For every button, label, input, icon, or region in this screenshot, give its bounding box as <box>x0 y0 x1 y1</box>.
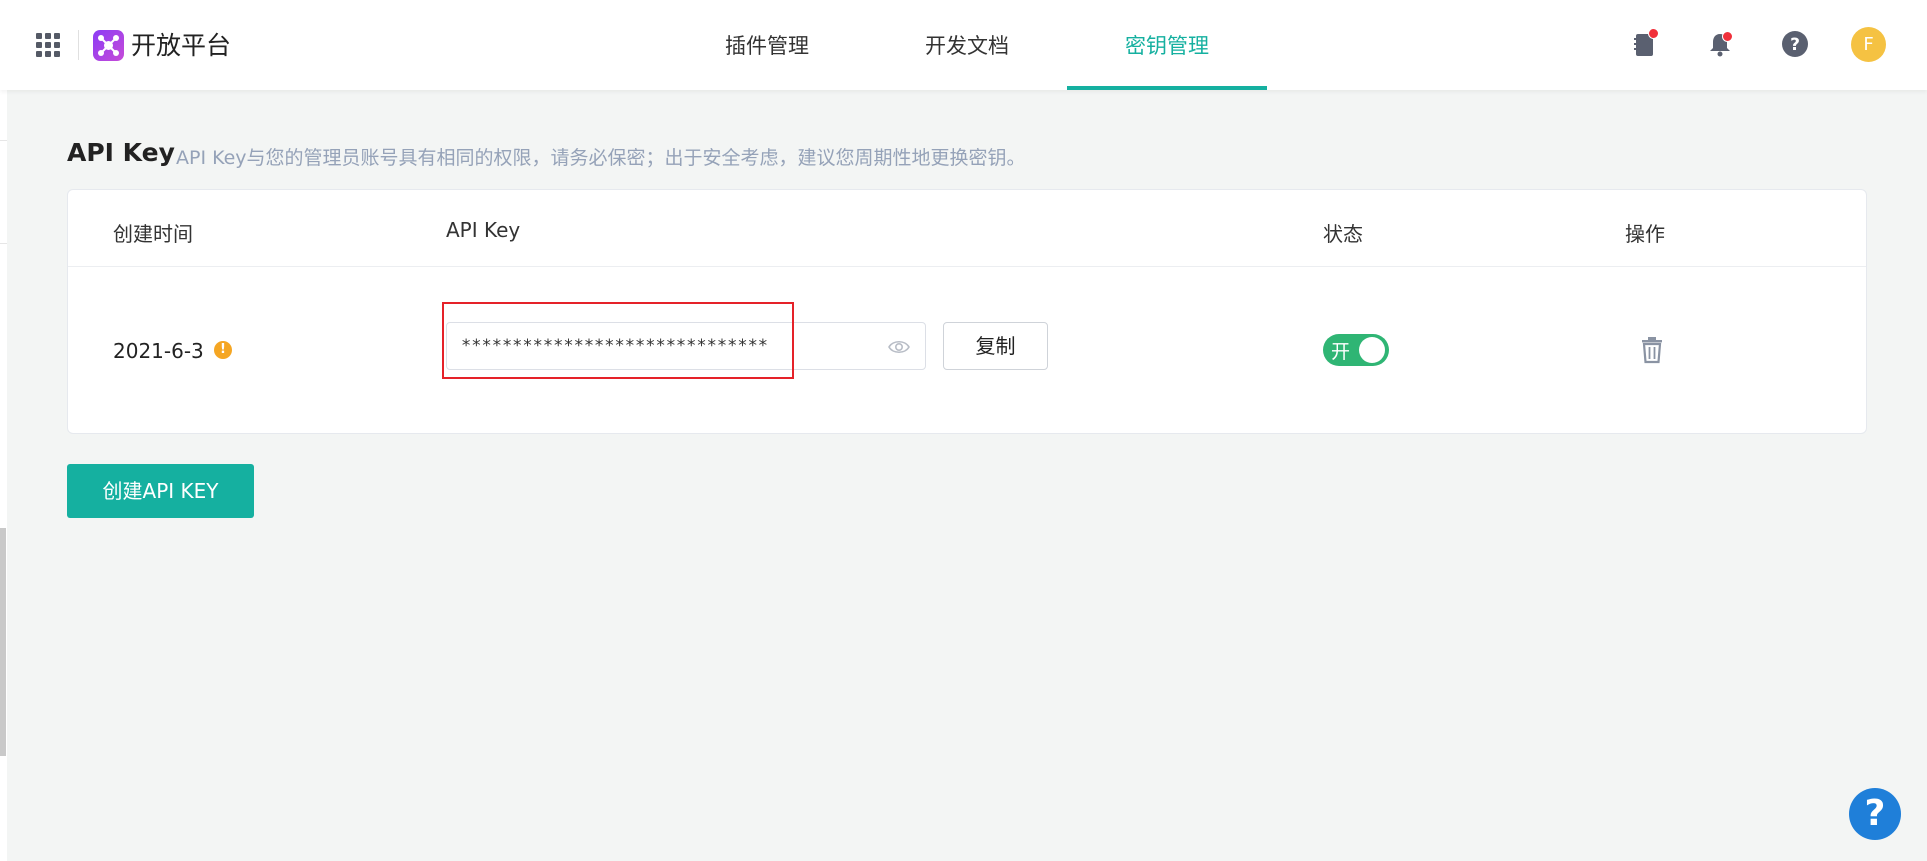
brand-name[interactable]: 开放平台 <box>131 30 231 62</box>
section-description: API Key与您的管理员账号具有相同的权限，请务必保密；出于安全考虑，建议您周… <box>176 147 1026 169</box>
tab-plugin-management[interactable]: 插件管理 <box>700 0 834 90</box>
warning-icon[interactable]: ! <box>214 341 232 359</box>
floating-help-button[interactable]: ? <box>1849 788 1901 840</box>
top-header: 开放平台 插件管理 开发文档 密钥管理 ? F <box>0 0 1927 90</box>
create-api-key-button[interactable]: 创建API KEY <box>67 464 254 518</box>
header-divider <box>78 30 79 60</box>
notification-dot <box>1648 28 1659 39</box>
trash-icon[interactable] <box>1640 336 1664 364</box>
notification-dot <box>1722 31 1733 42</box>
section-title: API Key <box>67 138 175 167</box>
left-strip <box>0 0 7 861</box>
apps-grid-icon[interactable] <box>36 33 60 57</box>
eye-icon[interactable] <box>887 337 911 357</box>
created-date: 2021-6-3 <box>113 339 204 363</box>
column-header-created: 创建时间 <box>113 222 193 246</box>
tab-dev-docs[interactable]: 开发文档 <box>900 0 1034 90</box>
header-divider <box>68 266 1866 267</box>
svg-text:?: ? <box>1790 35 1800 55</box>
active-tab-indicator <box>1067 86 1267 90</box>
highlight-annotation-box <box>442 302 794 379</box>
notebook-icon[interactable] <box>1629 28 1661 60</box>
left-strip-divider <box>0 140 7 141</box>
help-icon[interactable]: ? <box>1779 28 1811 60</box>
column-header-actions: 操作 <box>1625 222 1665 246</box>
left-strip-divider <box>0 243 7 244</box>
api-key-table: 创建时间 API Key 状态 操作 2021-6-3 ! **********… <box>67 189 1867 434</box>
brand-logo-icon <box>98 35 119 56</box>
bell-icon[interactable] <box>1704 28 1736 60</box>
toggle-knob <box>1359 337 1385 363</box>
column-header-api-key: API Key <box>446 218 521 242</box>
column-header-status: 状态 <box>1323 222 1363 246</box>
toggle-label: 开 <box>1331 341 1351 363</box>
status-toggle[interactable]: 开 <box>1323 334 1389 366</box>
brand-logo[interactable] <box>93 30 124 61</box>
page: 开放平台 插件管理 开发文档 密钥管理 ? F API Key API Key与… <box>0 0 1927 861</box>
left-scrollbar[interactable] <box>0 528 6 756</box>
user-avatar[interactable]: F <box>1851 27 1886 62</box>
tab-key-management[interactable]: 密钥管理 <box>1100 0 1234 90</box>
copy-button[interactable]: 复制 <box>943 322 1048 370</box>
